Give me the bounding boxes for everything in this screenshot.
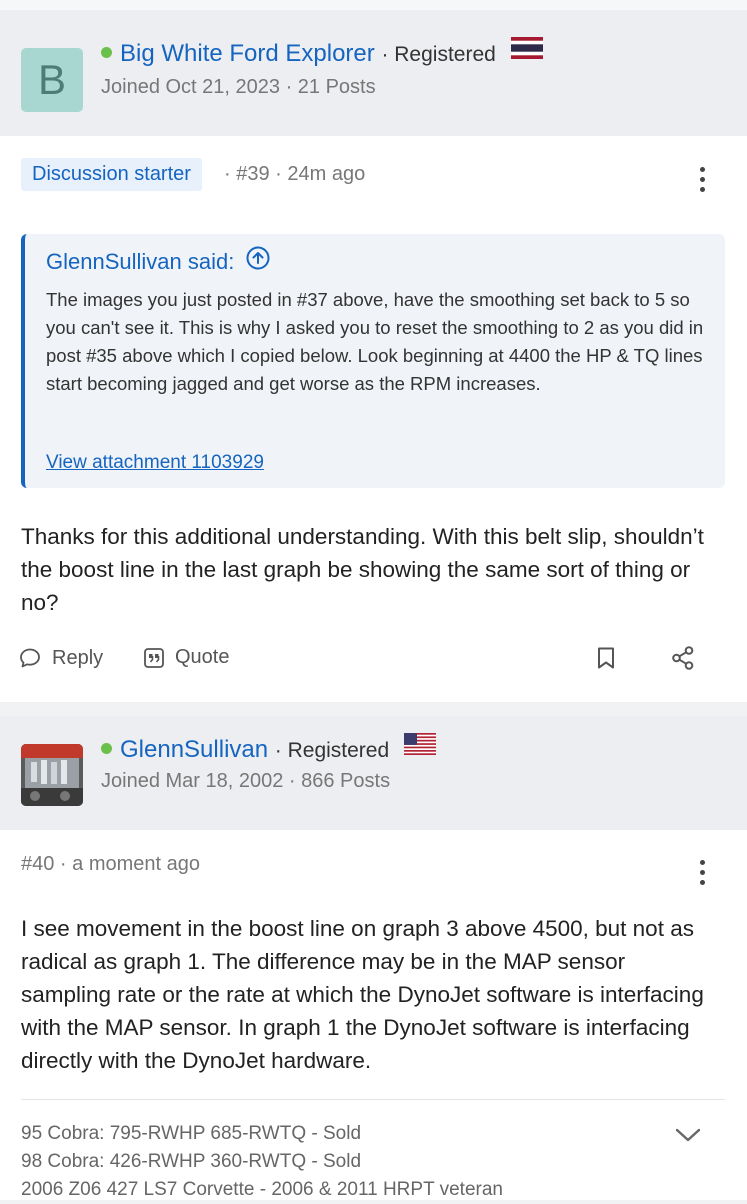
us-flag-icon xyxy=(403,733,436,762)
avatar[interactable]: B xyxy=(21,48,83,112)
quote-button[interactable]: Quote xyxy=(143,646,229,669)
top-gap xyxy=(0,0,747,10)
share-icon xyxy=(672,646,694,670)
signature-line: 98 Cobra: 426-RWHP 360-RWTQ - Sold xyxy=(21,1151,362,1172)
more-options-icon[interactable] xyxy=(700,860,706,890)
quote-author[interactable]: GlennSullivan said: xyxy=(46,246,270,278)
join-info: Joined Oct 21, 2023 · 21 Posts xyxy=(101,76,376,98)
post-meta[interactable]: · #39 · 24m ago xyxy=(224,163,365,186)
signature-divider xyxy=(21,1099,725,1100)
avatar[interactable] xyxy=(21,744,83,806)
more-options-icon[interactable] xyxy=(700,167,706,197)
signature-line: 95 Cobra: 795-RWHP 685-RWTQ - Sold xyxy=(21,1123,362,1144)
post-meta[interactable]: #40 · a moment ago xyxy=(21,853,200,876)
join-info: Joined Mar 18, 2002 · 866 Posts xyxy=(101,770,391,792)
expand-signature-button[interactable] xyxy=(674,1126,702,1149)
quote-label: Quote xyxy=(175,646,230,668)
go-to-quote-icon[interactable] xyxy=(246,246,270,276)
reply-icon xyxy=(20,648,40,668)
post-40: GlennSullivan · Registered Joined Mar 18… xyxy=(0,716,747,1200)
bookmark-button[interactable] xyxy=(595,646,627,670)
chevron-down-icon xyxy=(675,1128,701,1142)
share-button[interactable] xyxy=(670,645,706,671)
reply-label: Reply xyxy=(52,646,104,669)
quote-icon xyxy=(144,647,164,668)
quote-text: The images you just posted in #37 above,… xyxy=(46,289,704,394)
username-link[interactable]: Big White Ford Explorer xyxy=(120,40,375,67)
author-line: GlennSullivan · Registered xyxy=(101,733,436,765)
quote-block: GlennSullivan said: The images you just … xyxy=(21,234,725,488)
attachment-link[interactable]: View attachment 1103929 xyxy=(46,452,264,474)
thailand-flag-icon xyxy=(510,37,543,66)
username-link[interactable]: GlennSullivan xyxy=(120,736,268,763)
user-role: · Registered xyxy=(381,43,496,66)
online-indicator xyxy=(101,743,112,755)
user-role: · Registered xyxy=(274,739,390,762)
post-39: B Big White Ford Explorer · Registered J… xyxy=(0,0,747,702)
reply-button[interactable]: Reply xyxy=(18,646,103,670)
bookmark-icon xyxy=(598,647,614,669)
post-body: Thanks for this additional understanding… xyxy=(21,524,704,615)
author-line: Big White Ford Explorer · Registered xyxy=(101,37,543,69)
post-separator xyxy=(0,702,747,716)
post-body: I see movement in the boost line on grap… xyxy=(21,916,704,1073)
online-indicator xyxy=(101,47,112,59)
discussion-starter-badge: Discussion starter xyxy=(21,158,202,191)
signature: 95 Cobra: 795-RWHP 685-RWTQ - Sold 98 Co… xyxy=(21,1120,503,1204)
